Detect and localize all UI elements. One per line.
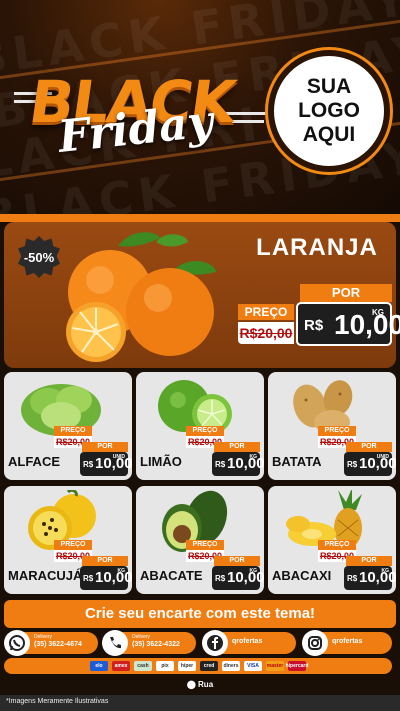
new-price-tag: R$ 10,00 KG [344, 566, 396, 590]
unit: KG [117, 568, 126, 574]
payment-pix-icon: pix [156, 661, 174, 671]
currency: R$ [347, 574, 358, 583]
new-price-tag: R$ 10,00 KG [296, 302, 400, 346]
cta-button[interactable]: Crie seu encarte com este tema! [4, 600, 396, 628]
payment-mastercard-icon: master [266, 661, 284, 671]
new-price-label: POR [346, 556, 392, 566]
price-label: PREÇO [54, 426, 92, 436]
product-name: ALFACE [8, 454, 60, 469]
currency: R$ [304, 317, 324, 334]
product-card: BATATA PREÇO R$20,00 POR R$ 10,00 UNID [268, 372, 396, 480]
payment-hipercard-icon: hipercard [285, 661, 309, 671]
instagram-handle: qrofertas [332, 638, 363, 645]
payment-methods: elo amex cash pix hiper cred diners VISA… [4, 658, 392, 674]
product-card: ABACAXI PREÇO R$20,00 POR R$ 10,00 KG [268, 486, 396, 594]
location-pin-icon: ⬤ [186, 680, 199, 689]
whatsapp-number: (35) 3622-4674 [34, 641, 82, 648]
payment-visa-icon: VISA [244, 661, 262, 671]
new-price: 10,00 [359, 569, 396, 586]
phone-icon [102, 630, 128, 656]
product-card: ABACATE PREÇO R$20,00 POR R$ 10,00 KG [136, 486, 264, 594]
whatsapp-contact[interactable]: Delivery (35) 3622-4674 [4, 630, 98, 656]
payment-cred-icon: cred [200, 661, 218, 671]
facebook-handle: qrofertas [232, 638, 263, 645]
facebook-icon [202, 630, 228, 656]
old-price: R$20,00 [238, 322, 294, 344]
product-name: BATATA [272, 454, 322, 469]
logo-line: SUA [306, 75, 352, 98]
new-price-label: POR [214, 442, 260, 452]
orange-image [66, 232, 216, 362]
currency: R$ [215, 460, 226, 469]
instagram-contact[interactable]: qrofertas [302, 630, 392, 656]
product-card: MARACUJÁ PREÇO R$20,00 POR R$ 10,00 KG [4, 486, 132, 594]
new-price-tag: R$ 10,00 KG [212, 566, 264, 590]
instagram-icon [302, 630, 328, 656]
price-label: PREÇO [186, 540, 224, 550]
payment-amex-icon: amex [112, 661, 130, 671]
phone-contact[interactable]: Delivery (35) 3622-4322 [102, 630, 196, 656]
unit: KG [372, 308, 384, 317]
disclaimer: *Imagens Meramente Ilustrativas [6, 698, 109, 705]
price-label: PREÇO [238, 304, 294, 320]
new-price-label: POR [82, 556, 128, 566]
footer: *Imagens Meramente Ilustrativas [0, 695, 400, 711]
unit: KG [381, 568, 390, 574]
currency: R$ [83, 460, 94, 469]
currency: R$ [83, 574, 94, 583]
new-price-tag: R$ 10,00 UNID [344, 452, 396, 476]
new-price-tag: R$ 10,00 KG [212, 452, 264, 476]
new-price-tag: R$ 10,00 KG [80, 566, 132, 590]
price-label: PREÇO [318, 426, 356, 436]
contact-label: Delivery [132, 634, 151, 640]
product-name: ABACAXI [272, 568, 332, 583]
product-card: LIMÃO PREÇO R$20,00 POR R$ 10,00 KG [136, 372, 264, 480]
title-line [232, 120, 264, 123]
payment-diners-icon: diners [222, 661, 240, 671]
header-banner: BLACK FRIDAY BLACK FRIDAY BLACK FRIDAY B… [0, 0, 400, 218]
product-card: ALFACE PREÇO R$20,00 POR R$ 10,00 UNID [4, 372, 132, 480]
new-price: 10,00 [227, 569, 264, 586]
address-text: Rua [198, 680, 214, 689]
whatsapp-icon [4, 630, 30, 656]
featured-product: -50% LARANJA PREÇO R$20,00 POR R$ 10,00 … [4, 222, 400, 368]
unit: KG [249, 454, 258, 460]
logo-line: LOGO [298, 99, 360, 122]
product-name: LARANJA [256, 234, 378, 261]
payment-cash-icon: cash [134, 661, 152, 671]
new-price-label: POR [300, 284, 392, 302]
currency: R$ [347, 460, 358, 469]
contacts-bar: Delivery (35) 3622-4674 Delivery (35) 36… [0, 630, 400, 656]
new-price: 10,00 [95, 569, 132, 586]
new-price: 10,00 [227, 455, 264, 472]
price-label: PREÇO [318, 540, 356, 550]
new-price: 10,00 [334, 309, 400, 340]
logo-line: AQUI [302, 123, 356, 146]
store-logo-placeholder: SUA LOGO AQUI [268, 50, 390, 172]
product-name: ABACATE [140, 568, 203, 583]
payment-elo-icon: elo [90, 661, 108, 671]
currency: R$ [215, 574, 226, 583]
new-price-label: POR [346, 442, 392, 452]
price-label: PREÇO [54, 540, 92, 550]
unit: KG [249, 568, 258, 574]
new-price-label: POR [82, 442, 128, 452]
phone-number: (35) 3622-4322 [132, 641, 180, 648]
new-price-label: POR [214, 556, 260, 566]
new-price-tag: R$ 10,00 UNID [80, 452, 132, 476]
unit: UNID [112, 454, 125, 460]
facebook-contact[interactable]: qrofertas [202, 630, 296, 656]
price-label: PREÇO [186, 426, 224, 436]
product-name: MARACUJÁ [8, 568, 83, 583]
payment-hiper-icon: hiper [178, 661, 196, 671]
contact-label: Delivery [34, 634, 53, 640]
product-name: LIMÃO [140, 454, 182, 469]
divider-band [0, 214, 400, 222]
address: ⬤ Rua [140, 678, 260, 692]
unit: UNID [376, 454, 389, 460]
